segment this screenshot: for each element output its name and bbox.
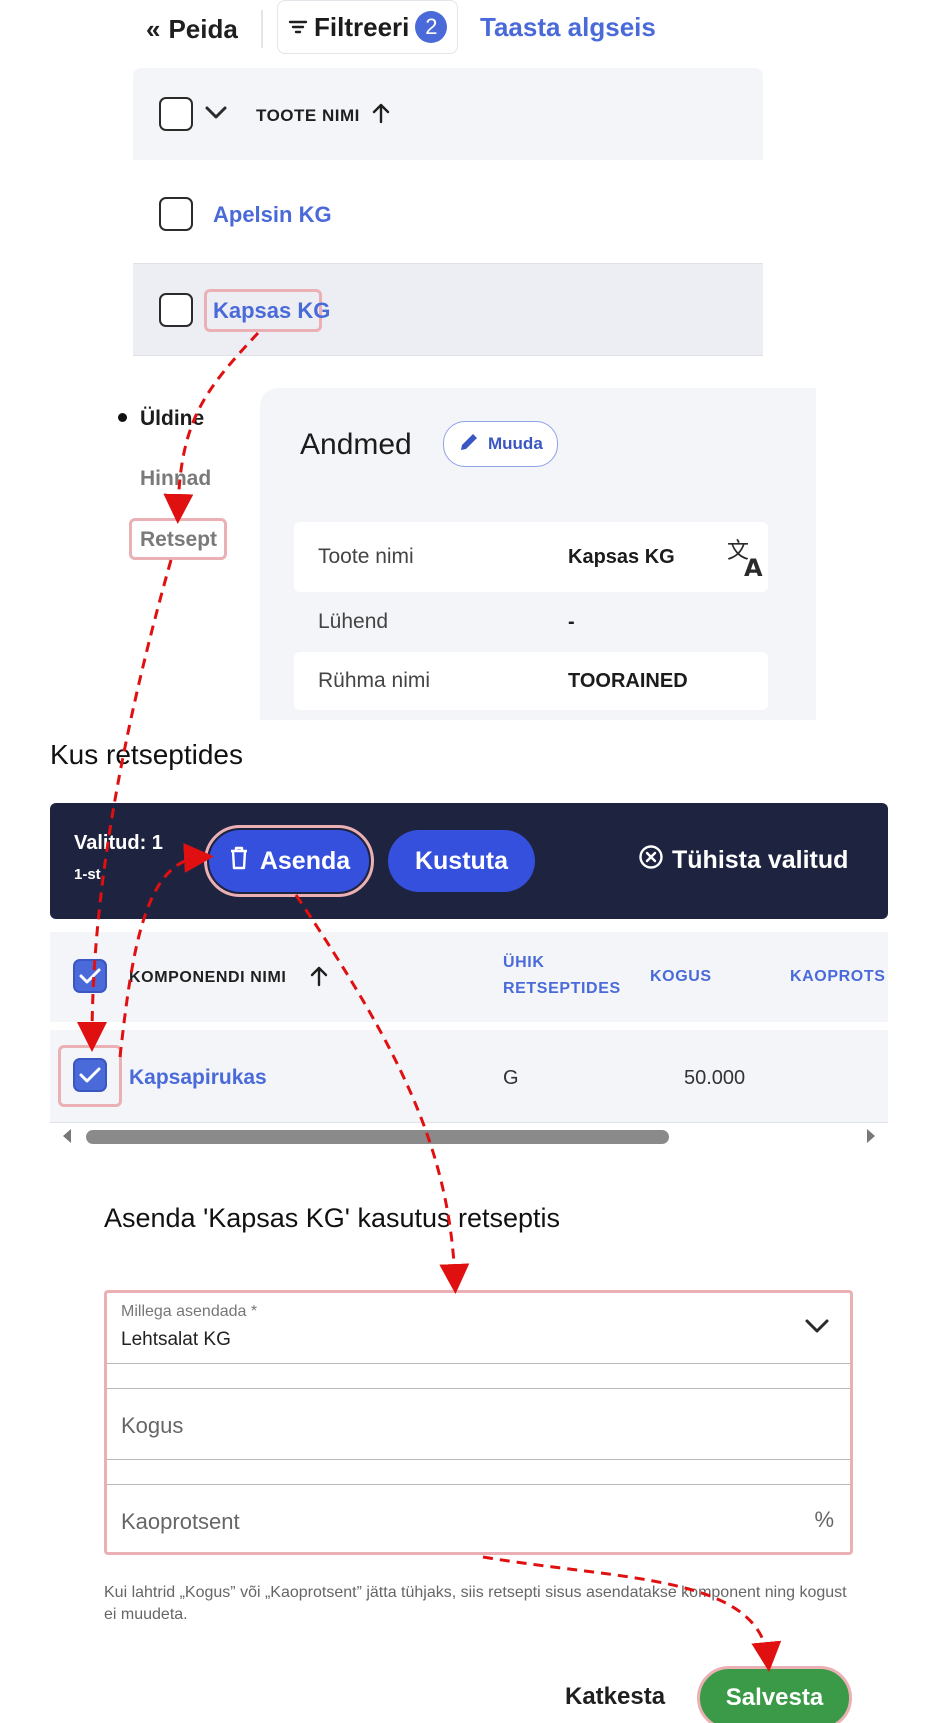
column-header-loss-clip: KAOPROTS	[790, 964, 888, 990]
column-header-component-name[interactable]: KOMPONENDI NIMI	[129, 969, 286, 987]
field-label: Rühma nimi	[318, 669, 431, 692]
row-checkbox[interactable]	[159, 197, 193, 231]
selected-total: 1-st	[74, 866, 101, 883]
column-header-unit-line1: ÜHIK	[503, 954, 545, 971]
product-link[interactable]: Kapsas KG	[213, 298, 330, 324]
amount-cell: 50.000	[684, 1067, 746, 1089]
product-link[interactable]: Apelsin KG	[213, 202, 332, 228]
filter-count-badge: 2	[415, 11, 448, 43]
bullet-icon	[118, 413, 127, 422]
column-header-product-name[interactable]: TOOTE NIMI	[256, 106, 360, 126]
double-chevron-left-icon: «	[146, 13, 161, 44]
field-label: Lühend	[318, 610, 389, 633]
replace-with-select[interactable]: Millega asendada * Lehtsalat KG	[107, 1293, 850, 1363]
sort-ascending-icon[interactable]	[371, 102, 391, 129]
scrollbar-thumb[interactable]	[86, 1130, 669, 1144]
details-row: Toote nimi Kapsas KG 文 A	[294, 522, 768, 592]
amount-input[interactable]: Kogus	[107, 1389, 850, 1459]
field-underline	[107, 1459, 850, 1460]
field-value: -	[568, 610, 575, 633]
details-row: Lühend -	[294, 592, 768, 652]
menu-item-prices[interactable]: Hinnad	[140, 467, 211, 491]
loss-placeholder: Kaoprotsent	[121, 1509, 240, 1534]
replace-button[interactable]: Asenda	[209, 830, 369, 892]
details-row: Rühma nimi TOORAINED	[294, 652, 768, 710]
pencil-icon	[458, 431, 480, 458]
select-all-checkbox[interactable]	[159, 97, 193, 131]
field-value: TOORAINED	[568, 669, 688, 692]
save-button[interactable]: Salvesta	[697, 1666, 852, 1723]
field-label: Toote nimi	[318, 545, 414, 568]
edit-button[interactable]: Muuda	[443, 421, 558, 467]
delete-button[interactable]: Kustuta	[388, 830, 535, 892]
svg-text:A: A	[744, 554, 763, 580]
details-title: Andmed	[300, 428, 412, 461]
scroll-right-icon[interactable]	[864, 1127, 878, 1150]
toolbar-divider	[261, 10, 263, 48]
sort-ascending-icon[interactable]	[309, 965, 329, 992]
selected-count: Valitud: 1	[74, 832, 163, 854]
menu-item-recipe[interactable]: Retsept	[140, 528, 217, 552]
row-checkbox[interactable]	[73, 1058, 107, 1092]
filter-button-label: Filtreeri	[314, 11, 410, 42]
component-link[interactable]: Kapsapirukas	[129, 1066, 267, 1090]
field-value: Kapsas KG	[568, 545, 675, 568]
select-all-checkbox[interactable]	[73, 959, 107, 993]
field-underline	[107, 1363, 850, 1364]
replace-dialog-title: Asenda 'Kapsas KG' kasutus retseptis	[104, 1203, 561, 1233]
unit-cell: G	[503, 1067, 519, 1089]
hide-button[interactable]: « Peida	[146, 12, 238, 46]
column-header-unit-line2: RETSEPTIDES	[503, 980, 621, 997]
replace-with-value: Lehtsalat KG	[121, 1329, 231, 1350]
clear-selection-button[interactable]: Tühista valitud	[638, 844, 848, 877]
row-checkbox[interactable]	[159, 293, 193, 327]
hide-button-label: Peida	[168, 13, 238, 44]
chevron-down-icon[interactable]	[804, 1317, 830, 1340]
column-header-loss[interactable]: KAOPROTS	[790, 968, 885, 985]
recipes-section-title: Kus retseptides	[50, 739, 243, 770]
translate-icon[interactable]: 文 A	[726, 536, 770, 585]
close-circle-icon	[638, 844, 664, 877]
scroll-left-icon[interactable]	[60, 1127, 74, 1150]
edit-button-label: Muuda	[488, 434, 543, 453]
column-header-amount[interactable]: KOGUS	[650, 964, 712, 990]
help-text: Kui lahtrid „Kogus” või „Kaoprotsent” jä…	[104, 1584, 847, 1623]
reset-button[interactable]: Taasta algseis	[480, 12, 656, 43]
loss-percent-input[interactable]: Kaoprotsent %	[107, 1485, 850, 1552]
replace-button-label: Asenda	[259, 846, 351, 875]
column-header-unit[interactable]: ÜHIK RETSEPTIDES	[503, 950, 621, 1002]
cancel-button[interactable]: Katkesta	[565, 1683, 665, 1711]
menu-item-general[interactable]: Üldine	[140, 407, 204, 431]
filter-icon	[288, 12, 308, 43]
percent-suffix: %	[814, 1507, 834, 1532]
replace-with-label: Millega asendada *	[121, 1303, 258, 1320]
trash-icon	[228, 845, 250, 878]
replace-form-frame: Millega asendada * Lehtsalat KG Kogus Ka…	[104, 1290, 853, 1555]
amount-placeholder: Kogus	[121, 1413, 184, 1438]
clear-selection-label: Tühista valitud	[672, 846, 849, 874]
filter-button[interactable]: Filtreeri 2	[277, 0, 459, 54]
chevron-down-icon[interactable]	[204, 104, 228, 127]
